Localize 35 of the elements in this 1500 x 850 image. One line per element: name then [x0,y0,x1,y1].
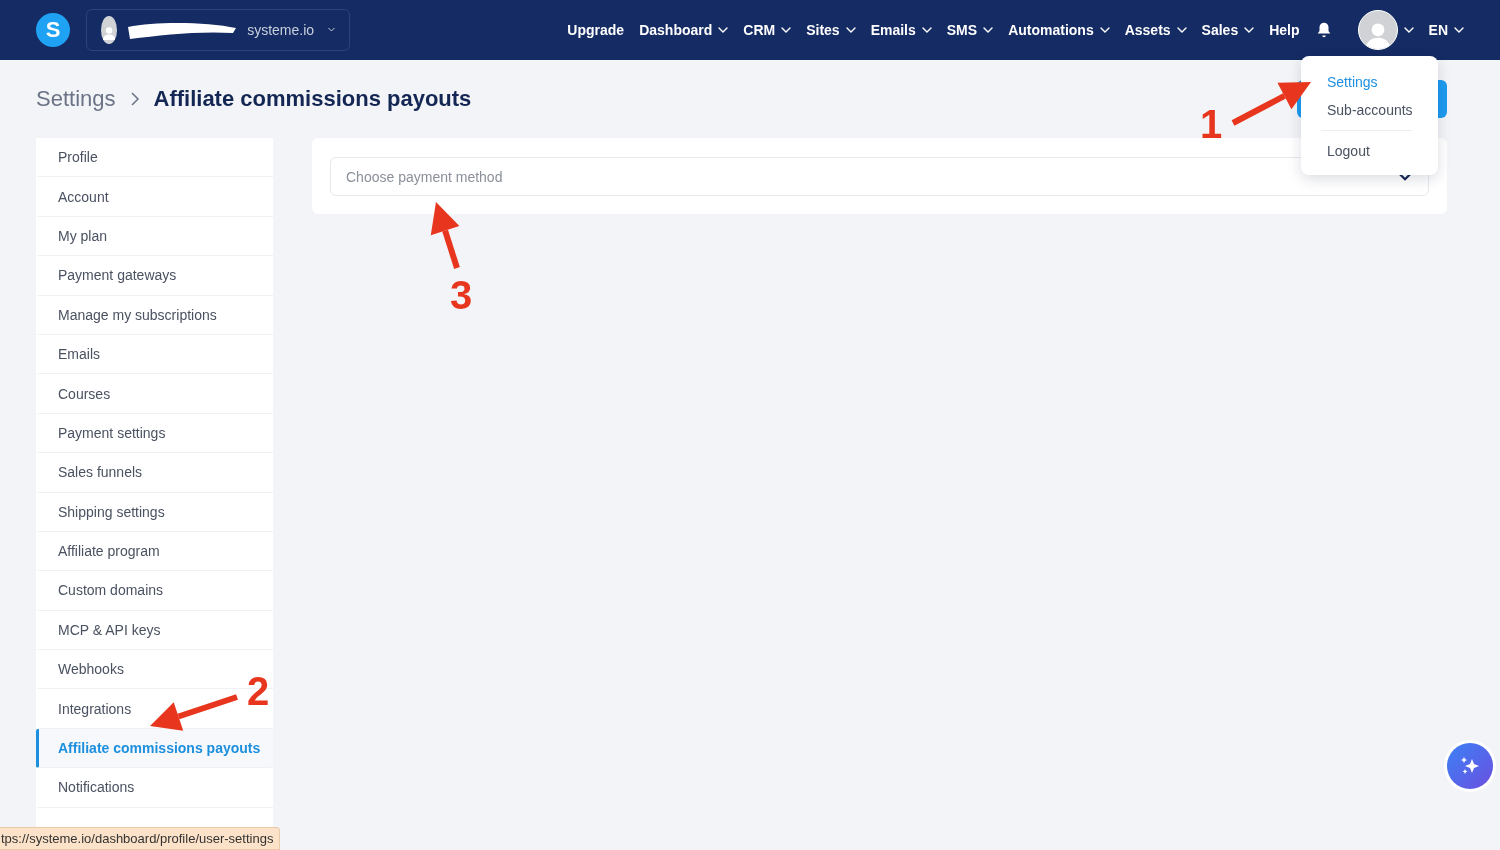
menu-item[interactable]: Sub-accounts [1301,96,1438,124]
nav-link[interactable]: SMS [946,22,994,38]
nav-link[interactable]: Help [1269,22,1300,38]
annotation-number: 3 [450,275,473,315]
nav-link[interactable]: Assets [1124,22,1187,38]
nav-link[interactable]: Dashboard [639,22,729,38]
chevron-down-icon [718,27,729,33]
chevron-down-icon [1099,27,1110,33]
chevron-right-icon [129,92,140,106]
nav-link[interactable]: CRM [743,22,792,38]
chevron-down-icon [781,27,792,33]
nav-link[interactable]: Sites [806,22,856,38]
annotation-number: 1 [1200,104,1223,144]
breadcrumb-link[interactable]: Settings [36,86,116,112]
nav-link[interactable]: Emails [870,22,932,38]
account-selector[interactable]: systeme.io [86,9,350,51]
chevron-down-icon [1244,27,1255,33]
url-tooltip: tps://systeme.io/dashboard/profile/user-settings [0,827,281,850]
annotation-arrow [430,202,460,269]
ai-assistant-button[interactable] [1447,743,1493,789]
chevron-down-icon [983,27,994,33]
nav-link[interactable]: Sales [1201,22,1255,38]
chevron-down-icon [1176,27,1187,33]
menu-item[interactable]: Settings [1301,68,1438,96]
avatar-icon [101,16,118,44]
chevron-down-icon [1454,27,1464,33]
nav-link[interactable]: Automations [1008,22,1110,38]
caret-icon [1403,27,1414,33]
chevron-down-icon [921,27,932,33]
page-title: Affiliate commissions payouts [153,86,472,112]
nav-link[interactable]: Upgrade [567,22,625,38]
chevron-down-icon [845,27,856,33]
chevron-down-icon [328,26,335,34]
user-avatar[interactable] [1357,10,1398,50]
language-selector[interactable]: EN [1428,22,1464,38]
